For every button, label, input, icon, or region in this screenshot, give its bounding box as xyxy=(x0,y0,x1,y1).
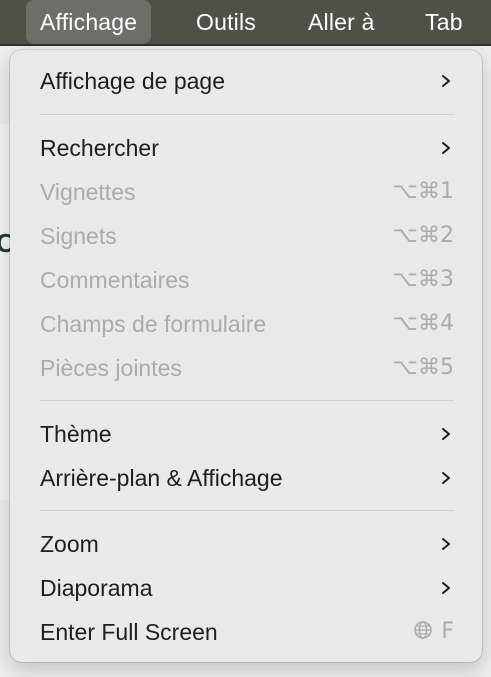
menu-item-enter-full-screen[interactable]: Enter Full Screen F xyxy=(10,610,482,654)
keyboard-shortcut: ⌥⌘4 xyxy=(392,311,454,336)
menu-item-champs-de-formulaire[interactable]: Champs de formulaire ⌥⌘4 xyxy=(10,302,482,346)
menu-item-diaporama[interactable]: Diaporama xyxy=(10,566,482,610)
menu-item-zoom[interactable]: Zoom xyxy=(10,522,482,566)
chevron-right-icon xyxy=(442,472,450,484)
globe-icon xyxy=(414,621,433,639)
keyboard-shortcut: ⌥⌘1 xyxy=(392,179,454,204)
keyboard-shortcut: ⌥⌘5 xyxy=(392,355,454,380)
chevron-right-icon xyxy=(442,142,450,154)
menubar-item-affichage[interactable]: Affichage xyxy=(26,0,152,44)
chevron-right-icon xyxy=(442,582,450,594)
menu-item-affichage-de-page[interactable]: Affichage de page xyxy=(10,59,482,103)
menu-item-pieces-jointes[interactable]: Pièces jointes ⌥⌘5 xyxy=(10,346,482,390)
menu-item-commentaires[interactable]: Commentaires ⌥⌘3 xyxy=(10,258,482,302)
menu-item-label: Affichage de page xyxy=(40,68,226,94)
keyboard-shortcut: ⌥⌘2 xyxy=(392,223,454,248)
menu-item-label: Vignettes xyxy=(40,179,136,205)
keyboard-shortcut: F xyxy=(413,610,454,654)
menu-item-label: Rechercher xyxy=(40,135,159,161)
menu-item-label: Signets xyxy=(40,223,117,249)
keyboard-shortcut: ⌥⌘3 xyxy=(392,267,454,292)
menu-item-vignettes[interactable]: Vignettes ⌥⌘1 xyxy=(10,170,482,214)
menu-item-label: Champs de formulaire xyxy=(40,311,267,337)
affichage-dropdown-menu: Affichage de page Rechercher Vignettes ⌥… xyxy=(10,50,482,662)
menu-item-label: Thème xyxy=(40,421,112,447)
menu-separator xyxy=(40,510,454,511)
menu-item-label: Commentaires xyxy=(40,267,190,293)
menu-separator xyxy=(40,114,454,115)
menu-item-label: Pièces jointes xyxy=(40,355,182,381)
menu-item-arriere-plan-affichage[interactable]: Arrière-plan & Affichage xyxy=(10,456,482,500)
menubar-item-tab[interactable]: Tab xyxy=(425,0,463,44)
menu-separator xyxy=(40,400,454,401)
chevron-right-icon xyxy=(442,428,450,440)
menubar-item-aller-a[interactable]: Aller à xyxy=(308,0,375,44)
shortcut-key: F xyxy=(441,619,454,644)
menu-bar: Affichage Outils Aller à Tab xyxy=(0,0,491,46)
menu-item-label: Diaporama xyxy=(40,575,153,601)
menu-item-label: Arrière-plan & Affichage xyxy=(40,465,283,491)
menu-item-label: Enter Full Screen xyxy=(40,619,218,645)
menubar-item-outils[interactable]: Outils xyxy=(196,0,256,44)
menu-item-theme[interactable]: Thème xyxy=(10,412,482,456)
chevron-right-icon xyxy=(442,75,450,87)
menu-item-label: Zoom xyxy=(40,531,99,557)
menu-item-rechercher[interactable]: Rechercher xyxy=(10,126,482,170)
chevron-right-icon xyxy=(442,538,450,550)
menu-item-signets[interactable]: Signets ⌥⌘2 xyxy=(10,214,482,258)
